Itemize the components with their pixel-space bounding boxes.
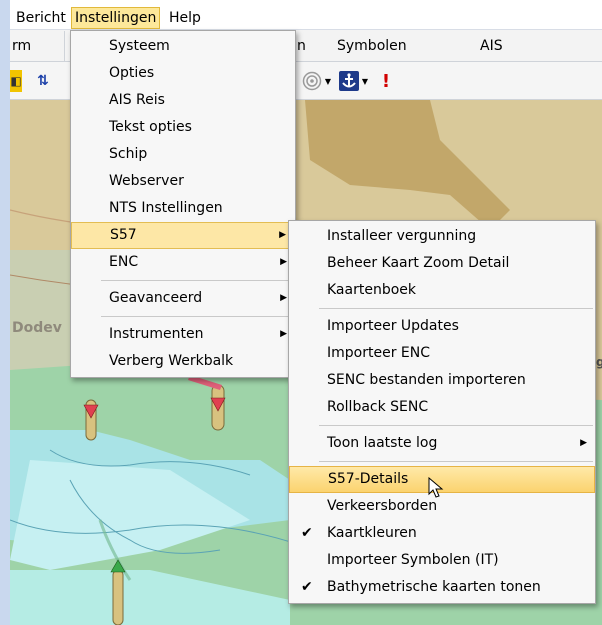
- menu-item-kaartenboek[interactable]: Kaartenboek: [289, 277, 595, 304]
- map-place-label-partial: g: [596, 355, 602, 369]
- menu-item-verberg-werkbalk[interactable]: Verberg Werkbalk: [71, 348, 295, 375]
- menu-item-systeem[interactable]: Systeem: [71, 33, 295, 60]
- menu-help[interactable]: Help: [166, 7, 204, 29]
- menu-item-webserver[interactable]: Webserver: [71, 168, 295, 195]
- menu-bericht[interactable]: Bericht: [13, 7, 69, 29]
- menu-item-instrumenten[interactable]: Instrumenten ▶: [71, 321, 295, 348]
- menu-item-rollback-senc[interactable]: Rollback SENC: [289, 394, 595, 421]
- mouse-cursor-icon: [428, 476, 446, 499]
- submenu-arrow-icon: ▶: [280, 293, 287, 303]
- checkmark-icon: ✔: [301, 579, 313, 595]
- menu-separator: [101, 280, 293, 281]
- menu-item-kaartkleuren[interactable]: ✔ Kaartkleuren: [289, 520, 595, 547]
- radar-target-icon[interactable]: [301, 70, 323, 92]
- menu-item-toon-laatste-log[interactable]: Toon laatste log ▶: [289, 430, 595, 457]
- menu-item-bathymetrische-kaarten-tonen[interactable]: ✔ Bathymetrische kaarten tonen: [289, 574, 595, 601]
- tab-symbolen[interactable]: Symbolen: [337, 38, 407, 54]
- menu-separator: [319, 308, 593, 309]
- menu-item-senc-bestanden-importeren[interactable]: SENC bestanden importeren: [289, 367, 595, 394]
- submenu-arrow-icon: ▶: [280, 257, 287, 267]
- menu-item-installeer-vergunning[interactable]: Installeer vergunning: [289, 223, 595, 250]
- tab-partial-middle[interactable]: n: [297, 38, 306, 54]
- menu-item-ais-reis[interactable]: AIS Reis: [71, 87, 295, 114]
- route-icon[interactable]: ⇅: [34, 70, 52, 92]
- menu-item-geavanceerd[interactable]: Geavanceerd ▶: [71, 285, 295, 312]
- menu-separator: [319, 461, 593, 462]
- menu-item-opties[interactable]: Opties: [71, 60, 295, 87]
- menu-item-enc[interactable]: ENC ▶: [71, 249, 295, 276]
- menu-separator: [319, 425, 593, 426]
- menu-item-importeer-symbolen-it[interactable]: Importeer Symbolen (IT): [289, 547, 595, 574]
- instellingen-dropdown-menu: Systeem Opties AIS Reis Tekst opties Sch…: [70, 30, 296, 378]
- s57-submenu: Installeer vergunning Beheer Kaart Zoom …: [288, 220, 596, 604]
- menu-item-tekst-opties[interactable]: Tekst opties: [71, 114, 295, 141]
- menu-item-beheer-kaart-zoom-detail[interactable]: Beheer Kaart Zoom Detail: [289, 250, 595, 277]
- dropdown-arrow-icon[interactable]: ▼: [324, 70, 332, 92]
- submenu-arrow-icon: ▶: [280, 329, 287, 339]
- menu-item-schip[interactable]: Schip: [71, 141, 295, 168]
- map-place-label: Dodev: [12, 320, 62, 336]
- alert-exclamation-icon[interactable]: !: [380, 70, 392, 92]
- tab-partial-left[interactable]: rm: [12, 38, 31, 54]
- anchor-icon[interactable]: [338, 70, 360, 92]
- tab-ais[interactable]: AIS: [480, 38, 503, 54]
- menu-separator: [101, 316, 293, 317]
- toolbar-partial-icon[interactable]: ◧: [10, 70, 22, 92]
- left-panel-strip: [0, 0, 10, 625]
- menu-bar: Bericht Instellingen Help: [10, 0, 602, 30]
- tab-divider: [64, 31, 65, 61]
- submenu-arrow-icon: ▶: [580, 438, 587, 448]
- submenu-arrow-icon: ▶: [279, 230, 286, 240]
- menu-item-s57[interactable]: S57 ▶: [71, 222, 295, 249]
- checkmark-icon: ✔: [301, 525, 313, 541]
- menu-item-importeer-enc[interactable]: Importeer ENC: [289, 340, 595, 367]
- menu-instellingen[interactable]: Instellingen: [71, 7, 161, 29]
- menu-item-importeer-updates[interactable]: Importeer Updates: [289, 313, 595, 340]
- menu-item-nts-instellingen[interactable]: NTS Instellingen: [71, 195, 295, 222]
- dropdown-arrow-icon[interactable]: ▼: [361, 70, 369, 92]
